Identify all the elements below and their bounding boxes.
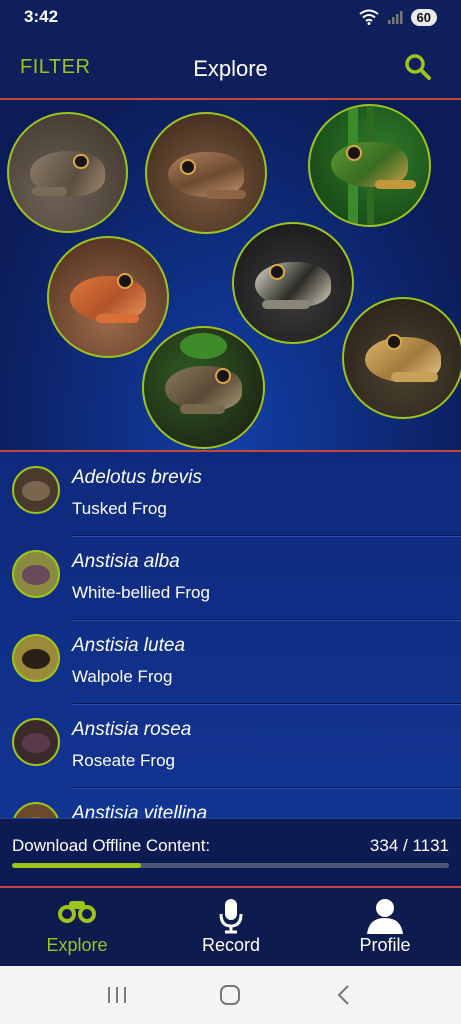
profile-icon <box>367 899 403 934</box>
frog-photo-bubble[interactable] <box>145 112 267 234</box>
download-offline-panel: Download Offline Content: 334 / 1131 <box>0 818 461 886</box>
list-item[interactable]: Anstisia rosea Roseate Frog <box>0 704 461 788</box>
common-name: White-bellied Frog <box>72 583 210 602</box>
microphone-icon <box>219 899 243 934</box>
status-time: 3:42 <box>24 7 59 26</box>
species-list[interactable]: Adelotus brevis Tusked Frog Anstisia alb… <box>0 452 461 818</box>
app-header: FILTER Explore <box>0 34 461 134</box>
species-thumbnail <box>12 718 60 766</box>
species-thumbnail <box>12 550 60 598</box>
bottom-tab-bar: Explore Record Profile <box>0 888 461 966</box>
scientific-name: Anstisia rosea <box>72 719 192 740</box>
recent-apps-button[interactable] <box>97 975 137 1015</box>
tab-explore[interactable]: Explore <box>0 888 154 966</box>
list-item[interactable]: Anstisia vitellina <box>0 788 461 818</box>
common-name: Tusked Frog <box>72 499 167 518</box>
tab-record-label: Record <box>201 935 261 955</box>
download-progress-fill <box>12 863 141 868</box>
tab-record[interactable]: Record <box>154 888 308 966</box>
frog-photo-bubble[interactable] <box>142 326 265 449</box>
scientific-name: Anstisia alba <box>72 551 180 572</box>
wifi-icon <box>358 9 379 25</box>
scientific-name: Adelotus brevis <box>72 467 202 488</box>
tab-explore-label: Explore <box>46 935 108 955</box>
frog-photo-bubble[interactable] <box>308 104 431 227</box>
back-icon <box>337 985 349 1005</box>
search-icon[interactable] <box>403 52 433 82</box>
common-name: Walpole Frog <box>72 667 173 686</box>
list-item[interactable]: Adelotus brevis Tusked Frog <box>0 452 461 536</box>
list-item[interactable]: Anstisia alba White-bellied Frog <box>0 536 461 620</box>
battery-icon: 60 <box>410 8 437 26</box>
back-button[interactable] <box>324 975 364 1015</box>
frog-photo-bubble[interactable] <box>47 236 169 358</box>
binoculars-icon <box>58 901 96 923</box>
system-nav-bar <box>0 966 461 1024</box>
tab-profile-label: Profile <box>359 935 411 955</box>
status-bar: 3:42 60 <box>0 0 461 34</box>
home-icon <box>220 985 241 1005</box>
frog-photo-bubble[interactable] <box>232 222 354 344</box>
species-thumbnail <box>12 466 60 514</box>
signal-icon <box>387 11 403 24</box>
page-title: Explore <box>193 56 268 81</box>
hero-frog-collage <box>0 100 461 450</box>
common-name: Roseate Frog <box>72 751 175 770</box>
species-thumbnail <box>12 802 60 818</box>
species-thumbnail <box>12 634 60 682</box>
tab-profile[interactable]: Profile <box>308 888 461 966</box>
download-count: 334 / 1131 <box>369 836 449 855</box>
list-item[interactable]: Anstisia lutea Walpole Frog <box>0 620 461 704</box>
home-button[interactable] <box>210 975 250 1015</box>
scientific-name: Anstisia vitellina <box>72 803 208 818</box>
frog-photo-bubble[interactable] <box>342 297 461 419</box>
download-progress-bar <box>12 863 449 868</box>
recent-apps-icon <box>107 987 126 1003</box>
status-icons: 60 <box>358 8 437 26</box>
download-label: Download Offline Content: <box>12 836 211 855</box>
scientific-name: Anstisia lutea <box>72 635 186 656</box>
frog-photo-bubble[interactable] <box>7 112 128 233</box>
